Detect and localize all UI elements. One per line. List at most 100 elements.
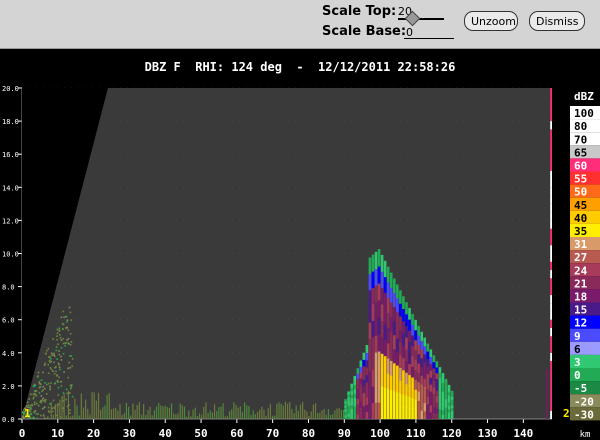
echo-cell	[420, 331, 423, 341]
echo-speckle	[34, 390, 36, 393]
echo-edge	[550, 253, 552, 262]
colorbar-label: 18	[574, 291, 587, 304]
echo-cell	[383, 355, 387, 373]
echo-edge	[550, 121, 552, 130]
echo-speckle	[62, 328, 64, 331]
echo-cell	[432, 374, 436, 382]
echo-cell	[441, 382, 445, 388]
echo-edge	[550, 270, 552, 279]
echo-edge	[550, 80, 552, 88]
echo-cell	[429, 412, 433, 419]
echo-cell	[362, 379, 366, 387]
echo-ground-column	[248, 406, 250, 419]
echo-cell	[383, 403, 387, 419]
echo-cell	[365, 359, 369, 368]
echo-ground-column	[244, 402, 246, 419]
echo-cell	[423, 386, 427, 396]
colorbar-label: 100	[574, 107, 594, 120]
echo-cell	[353, 406, 357, 411]
echo-cell	[393, 390, 396, 406]
echo-cell	[417, 353, 420, 364]
colorbar-label: 12	[574, 317, 587, 330]
echo-speckle	[53, 352, 55, 355]
echo-cell	[414, 339, 417, 351]
echo-cell	[362, 405, 366, 413]
echo-cell	[365, 404, 369, 413]
echo-cell	[389, 389, 393, 405]
echo-cell	[362, 399, 366, 407]
echo-cell	[408, 385, 411, 398]
echo-ground-column	[254, 414, 256, 419]
echo-cell	[380, 254, 384, 272]
echo-ground-column	[252, 410, 254, 419]
echo-ground-column	[108, 393, 110, 419]
echo-cell	[405, 313, 408, 327]
echo-speckle	[66, 392, 68, 395]
echo-cell	[423, 402, 427, 412]
echo-cell	[435, 401, 439, 408]
echo-ground-column	[235, 405, 237, 419]
y-tick-label: 0.0	[2, 416, 15, 424]
echo-ground-column	[93, 392, 95, 419]
echo-ground-column	[323, 408, 325, 419]
echo-cell	[420, 340, 423, 350]
echo-ground-column	[91, 391, 93, 419]
echo-speckle	[34, 393, 36, 395]
echo-ground-column	[338, 408, 340, 419]
echo-cell	[435, 390, 439, 397]
echo-edge	[550, 162, 552, 171]
echo-ground-column	[119, 403, 121, 419]
echo-cell	[423, 394, 427, 404]
echo-cell	[429, 356, 433, 364]
echo-speckle	[62, 392, 65, 394]
echo-cell	[420, 384, 423, 394]
echo-cell	[396, 297, 399, 312]
echo-cell	[408, 407, 411, 419]
echo-speckle	[70, 355, 73, 357]
echo-cell	[386, 281, 390, 298]
echo-cell	[389, 404, 393, 419]
echo-speckle	[55, 346, 58, 348]
echo-ground-column	[67, 390, 70, 419]
echo-speckle	[69, 332, 72, 335]
echo-ground-column	[304, 409, 306, 419]
echo-speckle	[50, 368, 53, 371]
echo-speckle	[56, 358, 58, 360]
colorbar-label: 0	[574, 369, 581, 382]
echo-cell	[429, 405, 433, 413]
echo-ground-column	[166, 406, 168, 419]
x-tick-label: 30	[123, 427, 136, 440]
y-tick-label: 20.0	[2, 85, 19, 93]
echo-edge	[550, 88, 552, 97]
echo-cell	[405, 383, 408, 397]
echo-cell	[365, 367, 369, 376]
echo-cell	[396, 405, 399, 419]
echo-cell	[393, 362, 396, 378]
y-tick-label: 2.0	[2, 383, 15, 391]
echo-cell	[441, 409, 445, 415]
echo-ground-column	[168, 407, 171, 419]
echo-speckle	[60, 355, 62, 358]
echo-ground-column	[89, 414, 91, 419]
y-tick-label: 4.0	[2, 350, 15, 358]
echo-speckle	[71, 365, 73, 367]
echo-speckle	[41, 408, 44, 410]
rhi-plot[interactable]: 0 10 20 30 40 50 60 70 80 90 100 110 120 130 140 km0.02…	[0, 0, 600, 440]
echo-cell	[447, 412, 451, 417]
echo-cell	[371, 369, 375, 387]
echo-ground-column	[50, 401, 52, 419]
echo-cell	[405, 325, 408, 338]
colorbar-label: 60	[574, 160, 587, 173]
echo-speckle	[32, 396, 35, 398]
echo-cell	[423, 378, 427, 387]
echo-ground-column	[282, 405, 284, 419]
echo-ground-column	[302, 401, 304, 419]
echo-ground-column	[220, 406, 222, 419]
echo-cell	[350, 408, 353, 413]
echo-edge	[550, 187, 552, 196]
echo-ground-column	[250, 415, 252, 419]
echo-cell	[368, 257, 372, 275]
echo-cell	[447, 415, 451, 419]
echo-cell	[393, 320, 396, 336]
echo-ground-column	[181, 405, 183, 419]
